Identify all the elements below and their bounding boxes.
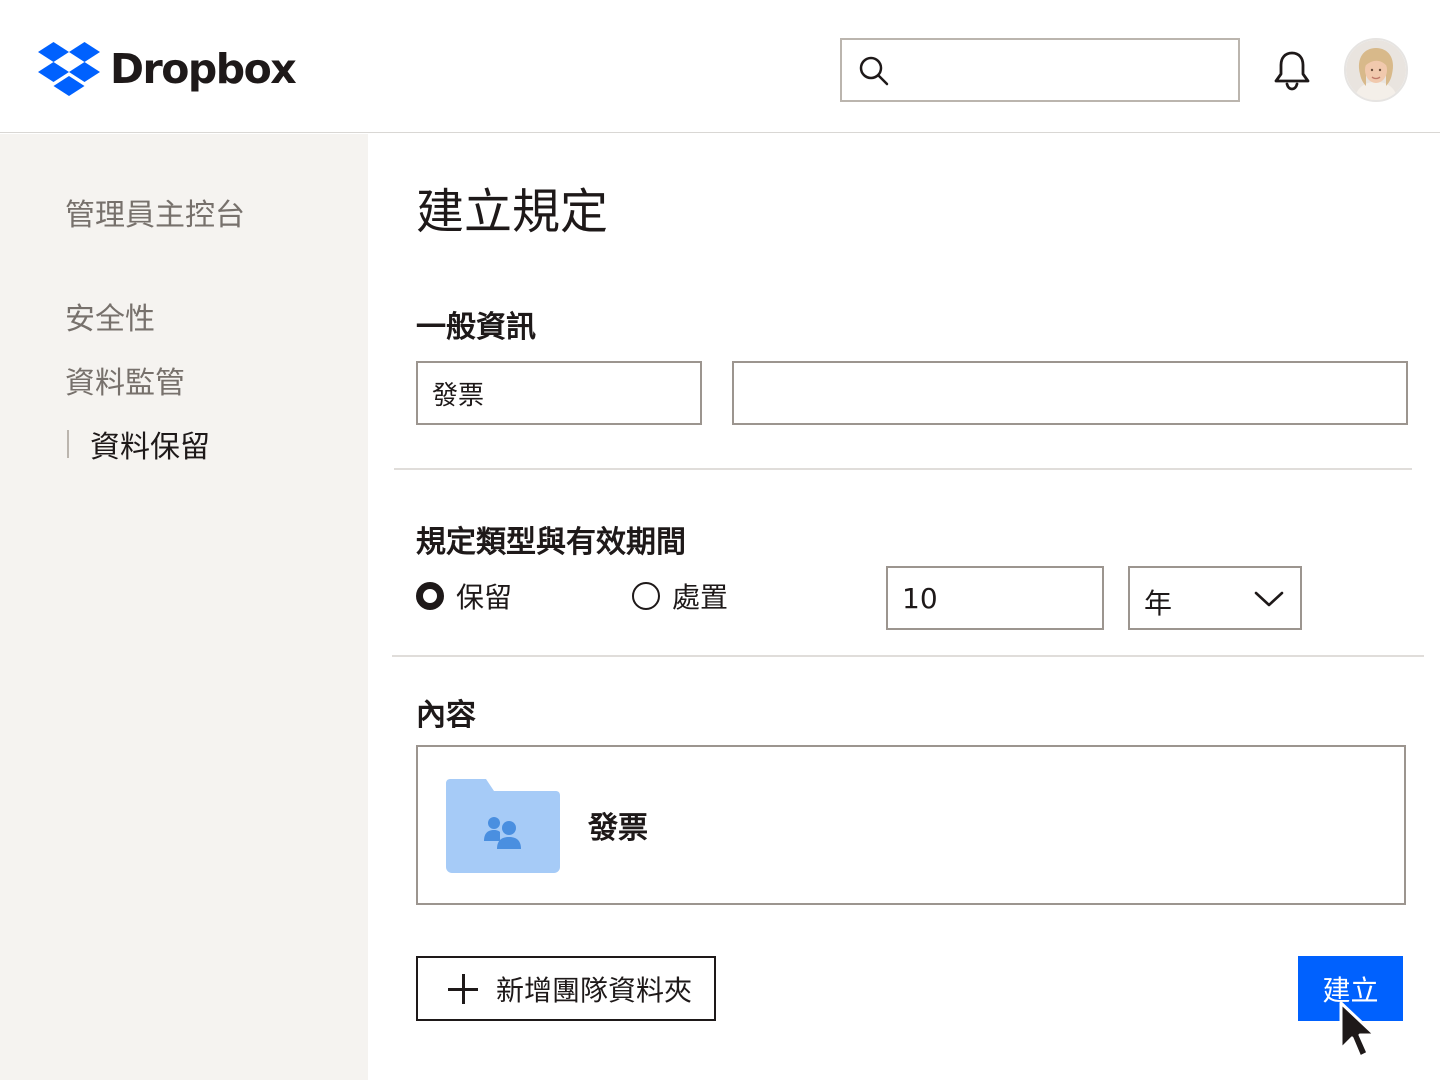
- brand-name: Dropbox: [110, 44, 297, 93]
- chevron-down-icon: [1254, 591, 1284, 607]
- add-team-folder-button[interactable]: 新增團隊資料夾: [416, 956, 716, 1021]
- add-team-folder-label: 新增團隊資料夾: [496, 973, 693, 1007]
- radio-dispose-label: 處置: [672, 581, 729, 614]
- search-box[interactable]: [840, 38, 1240, 102]
- notifications-button[interactable]: [1270, 48, 1314, 96]
- page-title: 建立規定: [416, 184, 609, 240]
- section-divider: [394, 468, 1412, 470]
- content-heading: 內容: [416, 698, 476, 733]
- admin-sidebar: 管理員主控台 安全性 資料監管 資料保留: [0, 134, 368, 1080]
- mouse-pointer-icon: [1339, 1001, 1377, 1059]
- radio-unchecked-icon[interactable]: [632, 582, 660, 610]
- policy-description-field[interactable]: [732, 361, 1408, 425]
- policy-type-heading: 規定類型與有效期間: [416, 525, 686, 560]
- duration-input[interactable]: [888, 568, 1102, 628]
- active-indicator: [67, 430, 69, 458]
- team-folder-icon: [446, 779, 560, 877]
- user-avatar[interactable]: [1344, 38, 1408, 102]
- search-icon: [859, 56, 889, 86]
- user-photo-icon: [1346, 40, 1406, 100]
- top-header: Dropbox: [0, 0, 1440, 133]
- radio-dispose[interactable]: 處置: [632, 576, 728, 616]
- search-input[interactable]: [898, 48, 1228, 92]
- duration-field[interactable]: [886, 566, 1104, 630]
- bell-icon: [1274, 51, 1310, 91]
- radio-retain[interactable]: 保留: [416, 576, 512, 616]
- dropbox-logo[interactable]: Dropbox: [38, 42, 297, 96]
- sidebar-item-data-retention[interactable]: 資料保留: [90, 422, 210, 466]
- radio-retain-label: 保留: [456, 581, 513, 614]
- sidebar-item-security[interactable]: 安全性: [65, 294, 155, 338]
- dropbox-box-icon: [38, 42, 100, 96]
- section-divider: [392, 655, 1424, 657]
- admin-console-link[interactable]: 管理員主控台: [65, 190, 245, 234]
- radio-checked-icon[interactable]: [416, 582, 444, 610]
- policy-name-input[interactable]: [418, 363, 700, 423]
- duration-unit-select[interactable]: 年: [1128, 566, 1302, 630]
- general-info-heading: 一般資訊: [416, 310, 536, 345]
- sidebar-item-data-governance[interactable]: 資料監管: [65, 358, 185, 402]
- policy-description-input[interactable]: [734, 363, 1406, 423]
- policy-name-field[interactable]: [416, 361, 702, 425]
- folder-name: 發票: [588, 811, 648, 846]
- main-content: 建立規定 一般資訊 規定類型與有效期間 保留 處置 年 內容: [368, 134, 1440, 1080]
- duration-unit-value: 年: [1144, 587, 1173, 620]
- content-list: 發票: [416, 745, 1406, 905]
- plus-icon: [448, 973, 478, 1004]
